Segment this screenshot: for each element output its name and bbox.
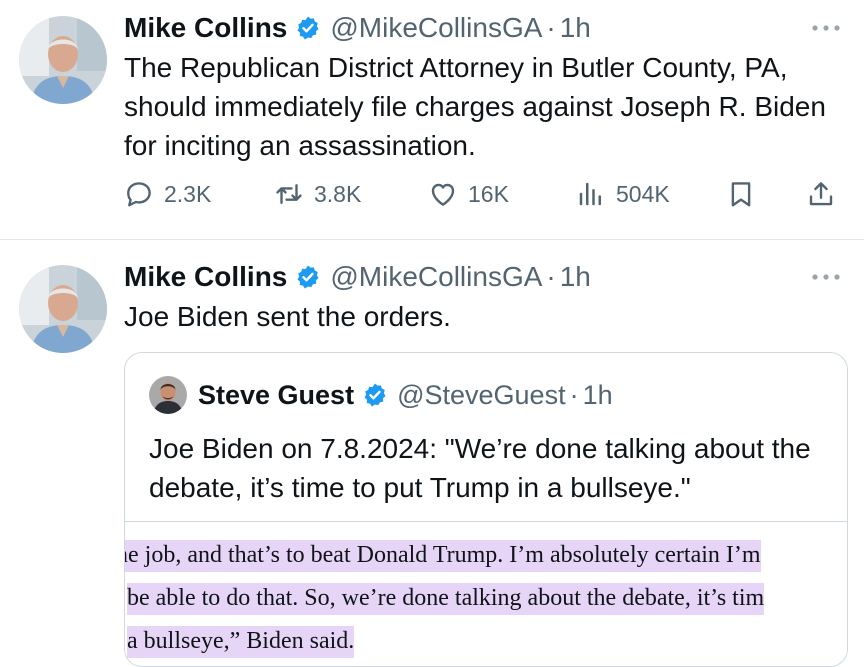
quoted-tweet-text: Joe Biden on 7.8.2024: "We’re done talki… — [149, 433, 811, 503]
media-text-line-2: be able to do that. So, we’re done talki… — [127, 583, 765, 615]
media-text-line-1: ne job, and that’s to beat Donald Trump.… — [125, 540, 761, 572]
reply-button[interactable]: 2.3K — [124, 174, 211, 214]
author-handle[interactable]: @MikeCollinsGA — [330, 12, 542, 44]
author-name[interactable]: Mike Collins — [124, 261, 287, 293]
timestamp[interactable]: 1h — [560, 12, 591, 44]
verified-badge-icon — [364, 383, 386, 407]
verified-badge-icon — [297, 265, 319, 289]
share-button[interactable] — [806, 174, 846, 214]
avatar[interactable] — [19, 16, 107, 104]
bookmark-icon — [731, 182, 751, 207]
tweet-header: Mike Collins @MikeCollinsGA · 1h — [124, 10, 591, 46]
views-count: 504K — [616, 180, 670, 207]
bookmark-button[interactable] — [726, 174, 766, 214]
reply-icon — [127, 182, 151, 207]
repost-button[interactable]: 3.8K — [274, 174, 361, 214]
more-icon[interactable] — [810, 22, 842, 34]
more-icon[interactable] — [810, 271, 842, 283]
like-count: 16K — [468, 180, 509, 207]
quoted-media-image[interactable]: ne job, and that’s to beat Donald Trump.… — [125, 521, 847, 666]
tweet-1[interactable]: Mike Collins @MikeCollinsGA · 1h The Rep… — [0, 0, 864, 240]
timestamp[interactable]: 1h — [560, 261, 591, 293]
tweet-text: Joe Biden sent the orders. — [124, 301, 451, 332]
views-icon — [579, 182, 601, 206]
avatar[interactable] — [19, 265, 107, 353]
quoted-tweet[interactable]: Steve Guest @SteveGuest · 1h Joe Biden o… — [124, 352, 848, 667]
verified-badge-icon — [297, 16, 319, 40]
like-button[interactable]: 16K — [428, 174, 509, 214]
share-icon — [809, 182, 833, 206]
repost-icon — [276, 184, 302, 204]
quoted-avatar[interactable] — [149, 376, 187, 414]
reply-count: 2.3K — [164, 180, 212, 207]
author-handle[interactable]: @MikeCollinsGA — [330, 261, 542, 293]
tweet-text: The Republican District Attorney in Butl… — [124, 52, 826, 161]
quoted-author-handle[interactable]: @SteveGuest — [397, 380, 566, 411]
media-text-line-3: a bullseye,” Biden said. — [127, 626, 355, 658]
like-icon — [431, 183, 455, 206]
action-bar: 2.3K 3.8K 16K 504K — [124, 174, 844, 214]
separator-dot: · — [546, 12, 556, 43]
views-button[interactable]: 504K — [576, 174, 670, 214]
quoted-timestamp[interactable]: 1h — [583, 380, 613, 411]
separator-dot: · — [546, 261, 556, 292]
quoted-tweet-header: Steve Guest @SteveGuest · 1h — [149, 375, 613, 415]
separator-dot: · — [569, 379, 579, 410]
tweet-2[interactable]: Mike Collins @MikeCollinsGA · 1h Joe Bid… — [0, 240, 864, 667]
quoted-author-name[interactable]: Steve Guest — [198, 380, 354, 411]
tweet-header: Mike Collins @MikeCollinsGA · 1h — [124, 259, 591, 295]
repost-count: 3.8K — [314, 180, 362, 207]
author-name[interactable]: Mike Collins — [124, 12, 287, 44]
